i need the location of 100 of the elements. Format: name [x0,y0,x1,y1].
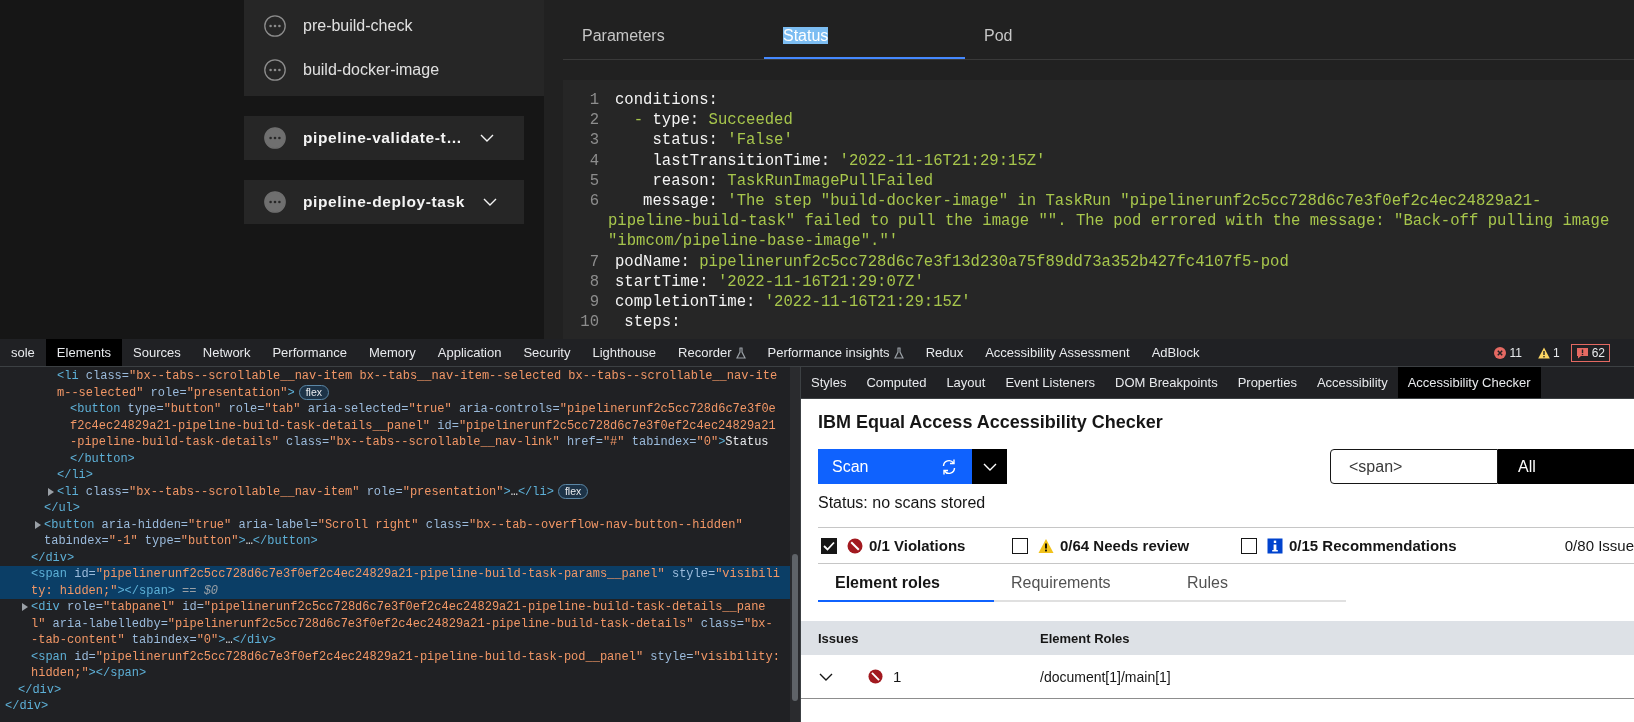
devtools-tab[interactable]: Accessibility Assessment [974,339,1141,366]
scan-button[interactable]: Scan [818,449,972,484]
view-tab[interactable]: Requirements [994,565,1170,602]
panel-tab[interactable]: Properties [1227,367,1307,398]
code-line: pipeline-build-task" failed to pull the image "". The pod errored with the message: "Back-off pulling image [608,211,1610,232]
dom-code-line[interactable]: </div> [31,549,75,566]
line-number: 8 [588,271,599,293]
code-line: "ibmcom/pipeline-base-image"."' [608,231,899,252]
panel-tab[interactable]: Computed [856,367,937,398]
dom-code-line[interactable]: -pipeline-build-task-details" class="bx--tabs--scrollable__nav-link" href="#" tabindex="0">Status [70,434,769,451]
devtools-tab[interactable]: Recorder [667,339,757,366]
line-number: 2 [588,110,599,131]
dropdown-button[interactable] [972,449,1007,484]
line-number: 9 [588,292,599,313]
flex-badge[interactable]: flex [298,385,329,401]
flask-icon [735,346,746,359]
devtools-tab[interactable]: Elements [45,339,123,366]
dom-code-line[interactable]: -tab-content" tabindex="0">…</div> [31,632,276,649]
dom-code-line[interactable]: <div role="tabpanel" id="pipelinerunf2c5cc728d6c7e3f0ef2c4ec24829a21-pipeline-build-task-details__pane [31,599,766,616]
code-line: startTime: '2022-11-16T21:29:07Z' [615,271,924,293]
dom-code-line[interactable]: <button aria-hidden="true" aria-label="Scroll right" class="bx--tab--overflow-nav-button--hidden" [44,516,743,533]
task-card[interactable]: pipeline-deploy-task [244,180,524,224]
dom-code-line[interactable]: tabindex="-1" type="button">…</button> [44,533,318,550]
devtools-tab[interactable]: Performance [261,339,358,366]
checkbox[interactable] [1012,537,1028,554]
task-name[interactable]: pipeline-validate-t… [303,129,463,147]
panel-tab[interactable]: Accessibility Checker [1397,367,1541,398]
panel-tab[interactable]: Layout [936,367,996,398]
node-reference: == $0 [182,582,219,599]
tab[interactable]: Parameters [563,14,764,59]
panel-tab[interactable]: DOM Breakpoints [1105,367,1228,398]
view-tab[interactable]: Rules [1170,565,1346,602]
devtools-tab[interactable]: AdBlock [1140,339,1211,366]
devtools-tab[interactable]: Security [512,339,582,366]
pending-icon [264,15,286,37]
step-name[interactable]: pre-build-check [303,17,413,35]
code-line: lastTransitionTime: '2022-11-16T21:29:15Z' [651,150,1046,171]
checker-title: IBM Equal Access Accessibility Checker [818,412,1164,434]
code-line: podName: pipelinerunf2c5cc728d6c7e3f13d230a75f89dd73a352b427fc4107f5-pod [615,251,1289,272]
task-name[interactable]: pipeline-deploy-task [303,193,465,211]
dom-code-line[interactable]: </div> [18,681,62,698]
filter-label[interactable]: 0/64 Needs review [1060,537,1190,554]
task-card[interactable]: pipeline-validate-t… [244,116,524,160]
element-filter-field[interactable]: <span> [1330,449,1498,484]
dom-code-line[interactable]: <li class="bx--tabs--scrollable__nav-item bx--tabs__nav-item--selected bx--tabs--scrollable__nav-ite [57,368,778,385]
line-number: 6 [588,191,599,212]
dom-code-line[interactable]: </div> [5,698,49,715]
devtools-tab[interactable]: sole [0,339,46,366]
dom-code-line[interactable]: hidden;"></span> [31,665,147,682]
view-tab[interactable]: Element roles [818,565,994,602]
checkbox[interactable] [821,537,837,554]
flex-badge[interactable]: flex [557,484,589,500]
dom-code-line[interactable]: <li class="bx--tabs--scrollable__nav-item" role="presentation">…</li> [57,483,554,500]
devtools-tab[interactable]: Performance insights [756,339,915,366]
code-line: completionTime: '2022-11-16T21:29:15Z' [615,292,971,313]
dom-code-line[interactable]: </li> [57,467,93,484]
line-number: 4 [588,150,599,171]
scan-status: Status: no scans stored [818,494,987,513]
devtools-tab[interactable]: Redux [914,339,975,366]
pending-icon [264,59,286,81]
tab[interactable]: Pod [965,14,1166,59]
dom-code-line[interactable]: m--selected" role="presentation"> [57,384,295,401]
scrollbar[interactable] [790,367,800,722]
dom-code-line[interactable]: </button> [70,450,135,467]
dom-code-line[interactable]: <span id="pipelinerunf2c5cc728d6c7e3f0ef2c4ec24829a21-pipeline-build-task-pod__panel" style="visibility: [31,648,780,665]
issues-count[interactable]: 62 [1570,343,1610,362]
devtools-tab[interactable]: Lighthouse [581,339,668,366]
step-name[interactable]: build-docker-image [303,61,440,79]
pending-icon [264,191,286,213]
column-header: Issues [818,630,860,646]
scrollbar-thumb[interactable] [792,554,798,701]
panel-tab[interactable]: Styles [801,367,857,398]
code-line: reason: TaskRunImagePullFailed [651,170,934,191]
violation-icon [847,537,863,554]
filter-label[interactable]: 0/1 Violations [869,537,966,554]
issue-total: 0/80 Issue [1564,537,1634,554]
dom-code-line[interactable]: f2c4ec24829a21-pipeline-build-task-details__panel" id="pipelinerunf2c5cc728d6c7e3f0ef2c4ec24829a21 [70,417,776,434]
panel-tab[interactable]: Event Listeners [995,367,1106,398]
devtools-tab[interactable]: Memory [357,339,427,366]
error-icon [1494,346,1507,359]
table-cell: 1 [893,668,902,685]
filter-label[interactable]: 0/15 Recommendations [1289,537,1457,554]
code-line: - type: Succeeded [632,110,793,131]
refresh-icon [940,457,958,476]
dom-code-line[interactable]: ty: hidden;"></span> [31,582,176,599]
warning-count[interactable]: 1 [1532,343,1565,362]
error-count[interactable]: 11 [1489,343,1527,362]
panel-tab[interactable]: Accessibility [1306,367,1398,398]
scope-select[interactable]: All [1498,449,1634,484]
devtools-tab[interactable]: Sources [122,339,192,366]
code-line: conditions: [615,90,718,111]
violation-icon [868,669,883,684]
dom-code-line[interactable]: </ul> [44,500,80,517]
dom-code-line[interactable]: <button type="button" role="tab" aria-selected="true" aria-controls="pipelinerunf2c5cc728d6c7e3f0e [70,401,776,418]
checkbox[interactable] [1241,537,1257,554]
pending-icon [264,127,286,149]
devtools-tab[interactable]: Application [426,339,513,366]
devtools-tab[interactable]: Network [191,339,262,366]
line-number: 5 [588,170,599,191]
dom-code-line[interactable]: l" aria-labelledby="pipelinerunf2c5cc728d6c7e3f0ef2c4ec24829a21-pipeline-build-task-details" class="bx- [31,615,773,632]
